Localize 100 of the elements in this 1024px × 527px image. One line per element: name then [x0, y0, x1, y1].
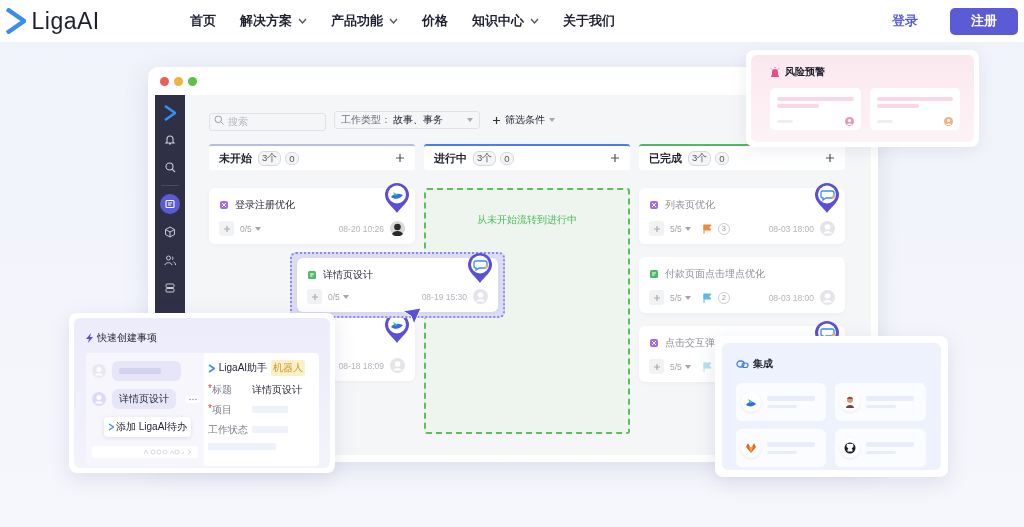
due-date: 08-20 10:26: [338, 223, 384, 234]
panel-title: 风险预警: [785, 65, 825, 79]
signup-button[interactable]: 注册: [950, 7, 1018, 35]
item-count: 3个: [473, 150, 497, 166]
task-card[interactable]: 详情页设计 0/5 08-19 15:30: [297, 258, 498, 312]
field-value: 详情页设计: [252, 382, 302, 397]
cat-icon: [844, 442, 856, 454]
nav-link[interactable]: 关于我们: [563, 12, 615, 30]
logo-text: LigaAI: [31, 7, 100, 35]
puzzle-icon: [219, 200, 229, 210]
logo-icon: [164, 105, 176, 121]
fox-icon: [745, 442, 757, 454]
avatar: [820, 290, 835, 305]
column-title: 未开始: [219, 150, 252, 166]
layers-icon: [163, 281, 177, 295]
required-mark: *: [208, 382, 212, 394]
plus-icon[interactable]: [825, 153, 835, 163]
search-field[interactable]: 搜索: [209, 112, 326, 131]
document-icon: [307, 270, 317, 280]
caret-icon: [254, 226, 261, 231]
plus-icon: [492, 115, 501, 125]
pin-icon: [467, 252, 493, 284]
search-icon: [163, 160, 177, 174]
item-count: 3个: [688, 150, 712, 166]
item-count: 0: [715, 151, 729, 165]
due-date: 08-19 15:30: [421, 291, 467, 302]
bell-icon: [163, 132, 177, 146]
item-count: 3个: [258, 150, 282, 166]
plus-icon: [652, 293, 661, 302]
avatar: [820, 221, 835, 236]
panel-title: 集成: [753, 357, 773, 371]
due-date: 08-03 18:00: [768, 292, 814, 303]
caret-icon: [549, 118, 555, 122]
wave-icon: [745, 396, 757, 408]
sidebar-button[interactable]: [160, 194, 180, 214]
integration-tile[interactable]: [736, 383, 826, 421]
link-icon: [736, 360, 749, 368]
login-link[interactable]: 登录: [892, 12, 918, 30]
plus-icon: [652, 362, 661, 371]
card-title: 列表页优化: [665, 198, 715, 212]
field-label: 标题: [211, 382, 232, 397]
plus-icon[interactable]: [395, 153, 405, 163]
add-subtask-button[interactable]: [649, 359, 664, 374]
search-icon: [214, 115, 224, 125]
puzzle-icon: [649, 200, 659, 210]
nav-link[interactable]: 首页: [190, 12, 216, 30]
add-filter-button[interactable]: 筛选条件: [492, 113, 555, 127]
document-icon: [649, 269, 659, 279]
cube-icon: [163, 225, 177, 239]
logo-icon: [108, 423, 114, 431]
type-dropdown[interactable]: 工作类型： 故事、事务: [334, 111, 480, 129]
caret-icon: [342, 294, 349, 299]
message-input[interactable]: [92, 446, 198, 458]
item-count: 0: [500, 151, 514, 165]
add-subtask-button[interactable]: [307, 289, 322, 304]
item-count: 0: [285, 151, 299, 165]
drop-zone-text: 从未开始流转到进行中: [477, 214, 577, 226]
lightning-icon: [86, 333, 93, 343]
column-title: 进行中: [434, 150, 467, 166]
plus-icon: [222, 224, 231, 233]
more-icon[interactable]: [186, 395, 200, 403]
toolbar-icons-drawing: [143, 449, 193, 455]
required-mark: *: [208, 402, 212, 414]
card-title: 点击交互弹: [665, 336, 715, 350]
integration-tile[interactable]: [736, 429, 826, 467]
plus-icon: [310, 292, 319, 301]
integration-tile[interactable]: [835, 383, 926, 421]
nav-link[interactable]: 知识中心: [472, 12, 539, 30]
figure-icon: [844, 396, 856, 408]
plus-icon[interactable]: [610, 153, 620, 163]
card-title: 登录注册优化: [235, 198, 295, 212]
caret-icon: [684, 295, 691, 300]
logo-icon: [6, 8, 26, 34]
nav-link[interactable]: 价格: [422, 12, 448, 30]
avatar: [390, 221, 405, 236]
bot-badge: 机器人: [271, 360, 306, 376]
pin-icon: [384, 182, 410, 214]
avatar: [473, 289, 488, 304]
assistant-name: LigaAI助手: [218, 361, 268, 375]
card-title: 付款页面点击埋点优化: [665, 267, 765, 281]
add-todo-menu-item[interactable]: 添加 LigaAI待办: [104, 417, 192, 437]
logo-icon: [208, 363, 215, 373]
add-subtask-button[interactable]: [649, 221, 664, 236]
card-title: 详情页设计: [323, 268, 373, 282]
board-icon: [163, 197, 177, 211]
task-card[interactable]: 登录注册优化 0/5 08-20 10:26: [209, 188, 415, 244]
integration-tile[interactable]: [835, 429, 926, 467]
add-subtask-button[interactable]: [219, 221, 234, 236]
people-icon: [163, 253, 177, 267]
nav-link[interactable]: 解决方案: [240, 12, 307, 30]
caret-icon: [684, 226, 691, 231]
field-label: 工作状态: [208, 422, 248, 437]
message-bubble: 详情页设计: [112, 389, 176, 409]
caret-icon: [467, 118, 473, 122]
nav-link[interactable]: 产品功能: [331, 12, 398, 30]
add-subtask-button[interactable]: [649, 290, 664, 305]
avatar: [390, 358, 405, 373]
column-title: 已完成: [649, 150, 682, 166]
panel-title: 快速创建事项: [97, 331, 157, 345]
due-date: 08-03 18:00: [768, 223, 814, 234]
